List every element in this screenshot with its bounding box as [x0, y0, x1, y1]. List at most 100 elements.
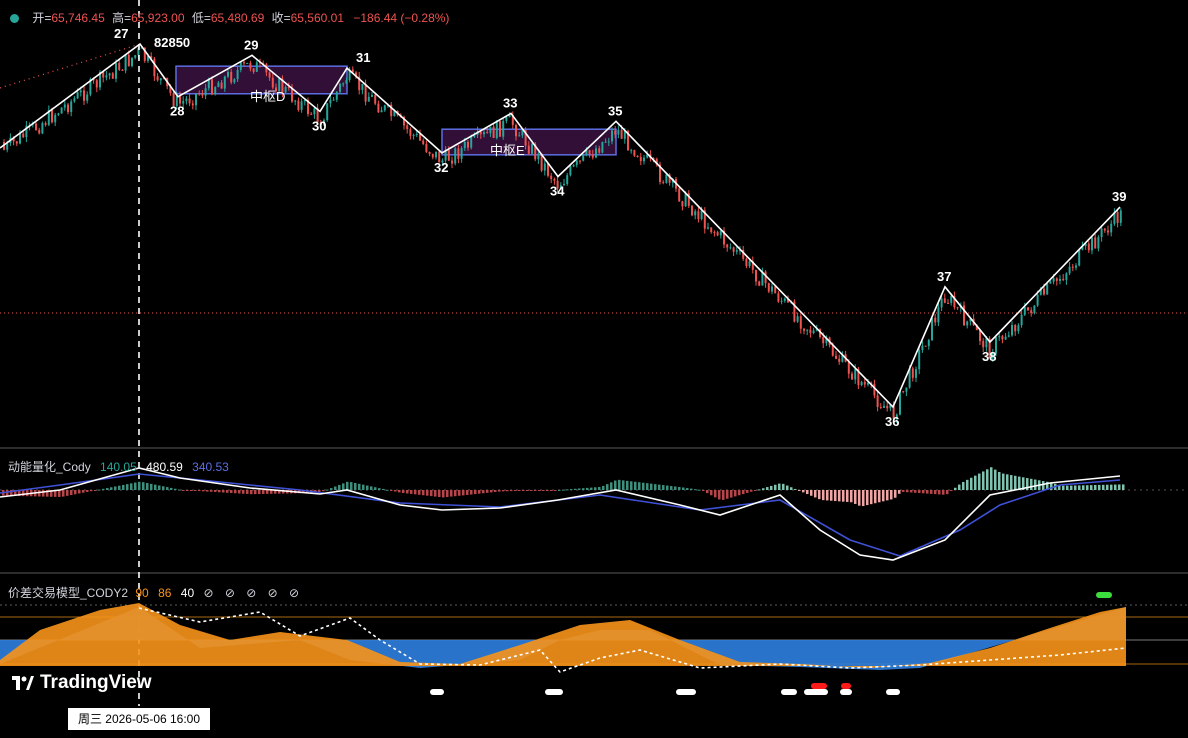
macd-histogram-bar [474, 490, 477, 495]
macd-histogram-bar [182, 490, 185, 491]
macd-histogram-bar [926, 490, 929, 494]
macd-histogram-bar [882, 490, 885, 502]
macd-histogram-bar [626, 480, 629, 490]
candle-body [1052, 278, 1055, 282]
macd-histogram-bar [478, 490, 481, 494]
macd-histogram-bar [730, 490, 733, 498]
macd-histogram-bar [202, 490, 205, 492]
candle-body [729, 247, 732, 249]
macd-histogram-bar [570, 489, 573, 491]
macd-histogram-bar [458, 490, 461, 496]
candle-body [364, 83, 367, 102]
candle-body [710, 227, 713, 233]
macd-histogram-bar [170, 487, 173, 490]
macd-histogram-bar [658, 484, 661, 490]
candle-body [345, 79, 348, 84]
candle-body [1020, 314, 1023, 326]
macd-histogram-bar [414, 490, 417, 495]
macd-histogram-bar [806, 490, 809, 495]
candle-body [783, 298, 786, 301]
macd-histogram-bar [558, 489, 561, 491]
candle-body [809, 329, 812, 334]
low-label: 低= [191, 11, 211, 25]
candle-body [188, 98, 191, 104]
macd-histogram-bar [262, 490, 265, 494]
candle-body [220, 82, 223, 89]
candle-body [486, 132, 489, 134]
indicator2-v2: 86 [158, 586, 172, 600]
candle-body [943, 298, 946, 303]
macd-histogram-bar [354, 482, 357, 490]
macd-histogram-bar [930, 490, 933, 494]
macd-histogram-bar [998, 472, 1001, 490]
macd-histogram-bar [486, 490, 489, 493]
close-value: 65,560.01 [290, 11, 344, 25]
macd-histogram-bar [1042, 481, 1045, 490]
wave-label-39: 39 [1112, 189, 1126, 204]
candle-body [639, 157, 642, 162]
macd-histogram-bar [918, 490, 921, 494]
candle-body [774, 286, 777, 294]
macd-histogram-bar [650, 483, 653, 490]
macd-histogram-bar [362, 484, 365, 490]
candle-body [460, 148, 463, 159]
candle-body [44, 123, 47, 125]
signal-pill-red [811, 683, 827, 689]
macd-histogram-bar [1102, 484, 1105, 490]
macd-histogram-bar [586, 487, 589, 490]
candle-body [902, 391, 905, 393]
signal-pill-red [841, 683, 851, 689]
wave-label-34: 34 [550, 183, 565, 198]
candle-body [630, 150, 633, 152]
candle-body [246, 62, 249, 64]
macd-histogram-bar [834, 490, 837, 502]
macd-histogram-bar [210, 490, 213, 492]
macd-histogram-bar [714, 490, 717, 498]
macd-histogram-bar [266, 490, 269, 494]
candle-body [860, 381, 863, 386]
macd-histogram-bar [514, 490, 517, 492]
macd-histogram-bar [786, 485, 789, 490]
macd-histogram-bar [750, 490, 753, 492]
wave-label-27: 27 [114, 26, 128, 41]
tradingview-logo: TradingView [12, 672, 152, 694]
candle-body [806, 329, 809, 331]
candle-body [1110, 223, 1113, 233]
macd-histogram-bar [674, 486, 677, 490]
candle-body [799, 316, 802, 329]
macd-histogram-bar [198, 490, 201, 492]
candle-body [1119, 210, 1122, 223]
macd-histogram-bar [706, 490, 709, 494]
macd-histogram-bar [982, 471, 985, 490]
macd-histogram-bar [378, 488, 381, 490]
brand-text: TradingView [40, 672, 152, 693]
candle-body [435, 151, 437, 158]
chart-area[interactable]: 27 28 29 30 31 32 33 34 35 36 37 38 39 82850 中枢D 中枢E [0, 0, 1188, 733]
candle-body [313, 108, 316, 115]
macd-histogram-bar [554, 490, 557, 491]
macd-histogram-bar [770, 485, 773, 490]
macd-dif-line [0, 467, 1121, 561]
macd-histogram-bar [530, 490, 533, 491]
macd-histogram-bar [602, 485, 605, 490]
candle-body [467, 141, 469, 148]
wave-label-36: 36 [885, 414, 899, 429]
candle-body [1059, 278, 1061, 281]
candle-body [252, 68, 255, 72]
candle-body [822, 337, 825, 344]
macd-histogram-bar [190, 490, 193, 491]
macd-histogram-bar [62, 490, 65, 497]
candle-body [1046, 283, 1049, 295]
candle-body [767, 283, 770, 292]
candle-body [1100, 228, 1103, 238]
macd-histogram-bar [962, 481, 965, 490]
candle-body [1103, 228, 1106, 231]
macd-histogram-bar [498, 490, 501, 492]
macd-histogram-bar [722, 490, 725, 500]
candle-body [367, 96, 370, 102]
macd-histogram-bar [494, 490, 497, 493]
macd-histogram-bar [78, 490, 81, 494]
candle-body [614, 130, 617, 135]
macd-histogram-bar [330, 488, 333, 490]
macd-histogram-bar [778, 483, 781, 490]
